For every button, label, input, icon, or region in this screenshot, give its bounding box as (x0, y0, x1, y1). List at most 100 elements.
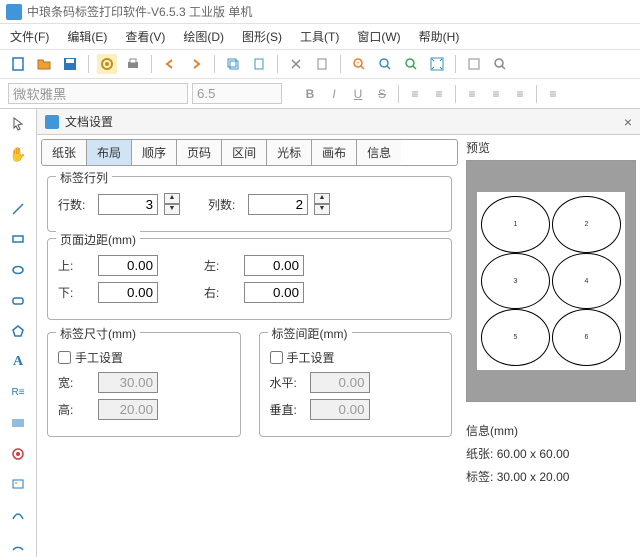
tab-paper[interactable]: 纸张 (42, 140, 87, 165)
menubar: 文件(F) 编辑(E) 查看(V) 绘图(D) 图形(S) 工具(T) 窗口(W… (0, 24, 640, 50)
pointer-icon[interactable] (6, 113, 30, 136)
menu-file[interactable]: 文件(F) (8, 26, 51, 47)
image-icon[interactable] (6, 473, 30, 496)
target-icon[interactable] (6, 443, 30, 466)
rect-icon[interactable] (6, 228, 30, 251)
richtext-icon[interactable]: R≡ (6, 381, 30, 404)
right-input[interactable] (244, 282, 304, 303)
copy-icon[interactable] (223, 54, 243, 74)
fit-screen-icon[interactable] (427, 54, 447, 74)
line-icon[interactable] (6, 197, 30, 220)
app-title: 中琅条码标签打印软件-V6.5.3 工业版 单机 (27, 3, 252, 20)
polygon-icon[interactable] (6, 320, 30, 343)
bottom-label: 下: (58, 284, 90, 301)
tab-info[interactable]: 信息 (357, 140, 401, 165)
info-paper-value: 60.00 x 60.00 (497, 447, 570, 461)
rows-up[interactable]: ▲ (164, 193, 180, 204)
arc-icon[interactable] (6, 534, 30, 557)
align-left-icon[interactable]: ≡ (405, 84, 425, 104)
cols-down[interactable]: ▼ (314, 204, 330, 215)
zoom-fit-icon[interactable] (401, 54, 421, 74)
size-manual-check[interactable] (58, 351, 71, 364)
preview-cell: 4 (552, 253, 621, 310)
align4-icon[interactable]: ≡ (543, 84, 563, 104)
text-icon[interactable]: A (6, 351, 30, 374)
vgap-label: 垂直: (270, 401, 302, 418)
new-icon[interactable] (8, 54, 28, 74)
align1-icon[interactable]: ≡ (462, 84, 482, 104)
group-margins-title: 页面边距(mm) (56, 231, 140, 248)
preview-label: 预览 (466, 139, 636, 156)
preview-cell: 6 (552, 309, 621, 366)
tool-sidebar: ✋ A R≡ (0, 109, 37, 557)
group-labelsize-title: 标签尺寸(mm) (56, 325, 140, 342)
menu-draw[interactable]: 绘图(D) (181, 26, 226, 47)
align2-icon[interactable]: ≡ (486, 84, 506, 104)
top-input[interactable] (98, 255, 158, 276)
font-select[interactable] (8, 83, 188, 104)
top-label: 上: (58, 257, 90, 274)
tab-layout[interactable]: 布局 (87, 140, 132, 165)
tab-pageno[interactable]: 页码 (177, 140, 222, 165)
clipboard-icon[interactable] (312, 54, 332, 74)
toolbar: + (0, 50, 640, 79)
left-input[interactable] (244, 255, 304, 276)
bottom-input[interactable] (98, 282, 158, 303)
doc-settings-dialog: 文档设置 × 纸张 布局 顺序 页码 区间 光标 画布 信息 标签行列 (37, 109, 640, 557)
barcode-icon[interactable] (6, 412, 30, 435)
rows-down[interactable]: ▼ (164, 204, 180, 215)
tab-cursor[interactable]: 光标 (267, 140, 312, 165)
roundrect-icon[interactable] (6, 289, 30, 312)
zoom-out-icon[interactable] (375, 54, 395, 74)
tab-order[interactable]: 顺序 (132, 140, 177, 165)
strike-icon[interactable]: S (372, 84, 392, 104)
tabs: 纸张 布局 顺序 页码 区间 光标 画布 信息 (41, 139, 458, 166)
paste-icon[interactable] (249, 54, 269, 74)
cut-icon[interactable] (286, 54, 306, 74)
height-label: 高: (58, 401, 90, 418)
print-icon[interactable] (123, 54, 143, 74)
preview-cell: 3 (481, 253, 550, 310)
info-label-label: 标签: (466, 470, 493, 484)
group-rowscols-title: 标签行列 (56, 169, 112, 186)
align-center-icon[interactable]: ≡ (429, 84, 449, 104)
menu-view[interactable]: 查看(V) (123, 26, 167, 47)
gear-icon[interactable] (97, 54, 117, 74)
bold-icon[interactable]: B (300, 84, 320, 104)
italic-icon[interactable]: I (324, 84, 344, 104)
svg-text:+: + (356, 61, 360, 67)
group-rowscols: 标签行列 行数: ▲▼ 列数: ▲▼ (47, 176, 452, 232)
height-input (98, 399, 158, 420)
grid-icon[interactable] (464, 54, 484, 74)
tab-range[interactable]: 区间 (222, 140, 267, 165)
group-margins: 页面边距(mm) 上: 左: 下: 右: (47, 238, 452, 320)
search-icon[interactable] (490, 54, 510, 74)
rows-input[interactable] (98, 194, 158, 215)
menu-window[interactable]: 窗口(W) (355, 26, 402, 47)
size-select[interactable] (192, 83, 282, 104)
gap-manual-check[interactable] (270, 351, 283, 364)
info-label-value: 30.00 x 20.00 (497, 470, 570, 484)
tab-canvas[interactable]: 画布 (312, 140, 357, 165)
menu-shape[interactable]: 图形(S) (240, 26, 284, 47)
menu-edit[interactable]: 编辑(E) (65, 26, 109, 47)
underline-icon[interactable]: U (348, 84, 368, 104)
save-icon[interactable] (60, 54, 80, 74)
info-paper-label: 纸张: (466, 447, 493, 461)
undo-icon[interactable] (160, 54, 180, 74)
open-icon[interactable] (34, 54, 54, 74)
close-icon[interactable]: × (624, 114, 632, 130)
info-section: 信息(mm) 纸张: 60.00 x 60.00 标签: 30.00 x 20.… (466, 422, 636, 485)
menu-tool[interactable]: 工具(T) (298, 26, 341, 47)
cols-up[interactable]: ▲ (314, 193, 330, 204)
align3-icon[interactable]: ≡ (510, 84, 530, 104)
zoom-in-icon[interactable]: + (349, 54, 369, 74)
vgap-input (310, 399, 370, 420)
cols-input[interactable] (248, 194, 308, 215)
ellipse-icon[interactable] (6, 259, 30, 282)
curve-icon[interactable] (6, 504, 30, 527)
menu-help[interactable]: 帮助(H) (417, 26, 462, 47)
redo-icon[interactable] (186, 54, 206, 74)
group-labelgap: 标签间距(mm) 手工设置 水平: 垂直: (259, 332, 453, 437)
hand-icon[interactable]: ✋ (6, 144, 30, 167)
